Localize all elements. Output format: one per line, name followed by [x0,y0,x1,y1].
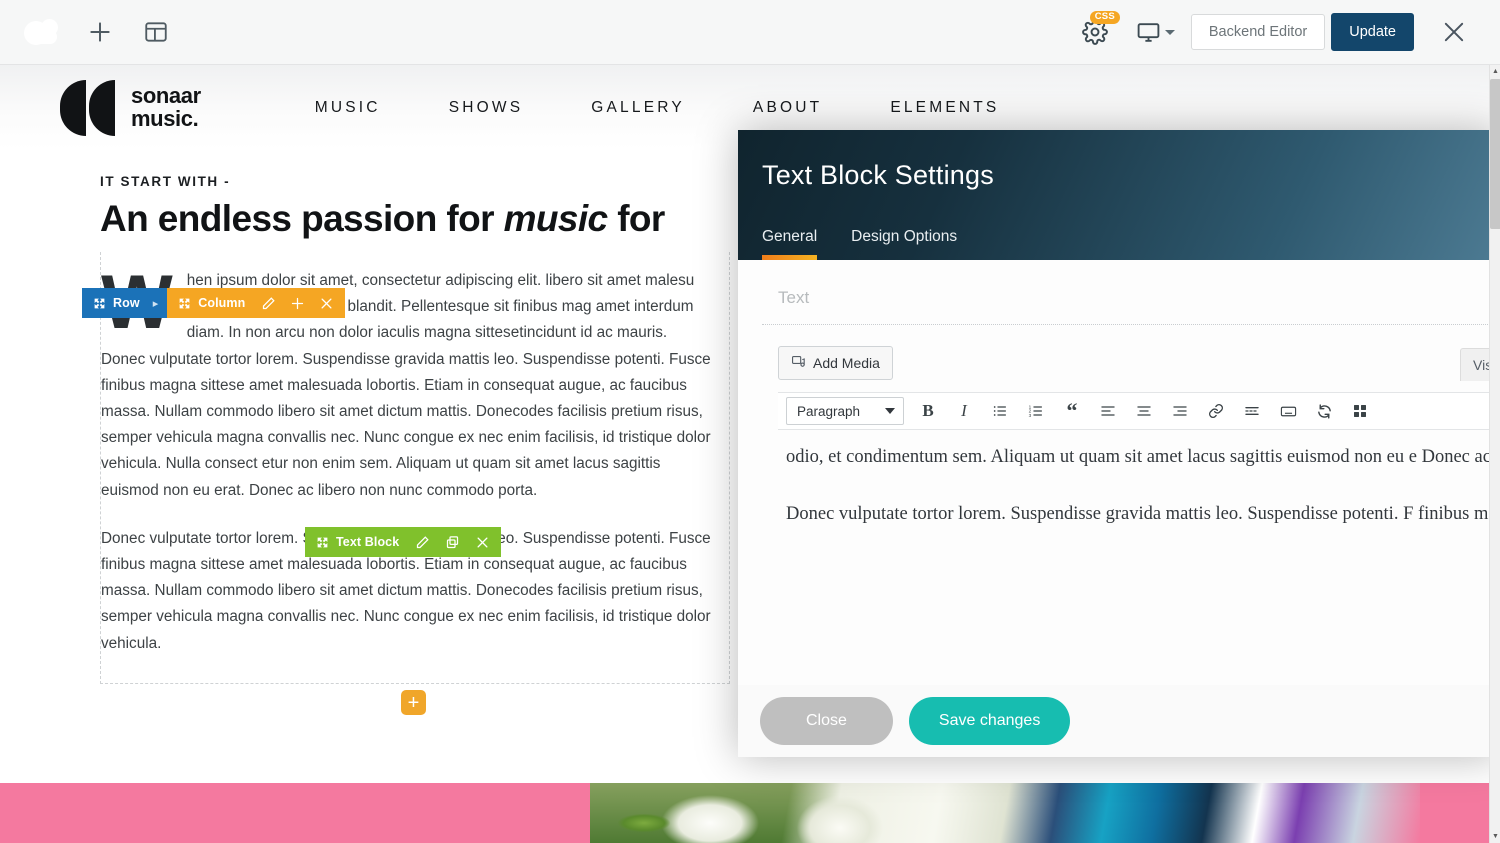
chevron-down-icon [1164,29,1175,35]
chevron-right-icon[interactable]: ▸ [150,288,168,318]
keyboard-toolbar-toggle-icon[interactable] [1270,394,1306,428]
text-field-label: Text [778,288,810,307]
row-column-control-bar: Row ▸ Column [82,288,346,318]
bold-icon[interactable]: B [910,394,946,428]
modal-body: Text Add Media Visu Paragraph B I 1 2 3 … [738,260,1500,685]
tab-design-options[interactable]: Design Options [833,228,973,260]
site-navigation: MUSIC SHOWS GALLERY ABOUT ELEMENTS [281,99,1034,117]
bulleted-list-icon[interactable] [982,394,1018,428]
move-arrows-icon[interactable] [316,536,329,549]
modal-title: Text Block Settings [762,160,994,190]
cloud-logo-shape [24,19,64,45]
save-changes-button[interactable]: Save changes [908,697,1071,745]
blockquote-icon[interactable]: “ [1054,394,1090,428]
read-more-icon[interactable] [1234,394,1270,428]
text-block-settings-modal: Text Block Settings General Design Optio… [738,130,1500,757]
scrollbar-thumb[interactable] [1490,79,1500,229]
layout-template-icon[interactable] [128,4,184,60]
plus-icon[interactable] [72,4,128,60]
brand-line-1: sonaar [131,83,201,109]
page-scrollbar[interactable]: ▲ ▼ [1489,65,1500,843]
admin-bar-right-group: CSS Backend Editor Update [1068,4,1500,60]
paragraph-format-select[interactable]: Paragraph [786,397,904,425]
chevron-up-icon[interactable]: ▲ [1490,65,1500,78]
nav-item-about[interactable]: ABOUT [719,99,856,117]
update-button[interactable]: Update [1331,13,1414,51]
chevron-down-icon[interactable]: ▼ [1490,830,1500,843]
move-arrows-icon[interactable] [178,297,191,310]
pencil-icon[interactable] [261,296,276,311]
column-label: Column [198,296,246,310]
brand-text: sonaar music. [131,83,201,131]
add-media-label: Add Media [813,355,880,371]
modal-header: Text Block Settings General Design Optio… [738,130,1500,260]
tab-general[interactable]: General [762,228,833,260]
italic-icon[interactable]: I [946,394,982,428]
editor-paragraph-1: odio, et condimentum sem. Aliquam ut qua… [786,447,1500,467]
row-label: Row [113,296,140,310]
nav-item-gallery[interactable]: GALLERY [557,99,719,117]
align-right-icon[interactable] [1162,394,1198,428]
nav-item-music[interactable]: MUSIC [281,99,415,117]
close-icon[interactable] [1426,4,1482,60]
modal-tabs: General Design Options [762,228,973,260]
align-left-icon[interactable] [1090,394,1126,428]
banner-photo [590,783,1420,843]
bottom-image-banner [0,783,1490,843]
close-icon[interactable] [319,296,334,311]
editor-toolbar: Paragraph B I 123 “ [778,392,1500,430]
add-media-button[interactable]: Add Media [778,346,893,380]
modal-footer: Close Save changes [738,685,1500,757]
copy-icon[interactable] [445,535,460,550]
undo-redo-icon[interactable] [1306,394,1342,428]
align-center-icon[interactable] [1126,394,1162,428]
row-control-segment[interactable]: Row [82,288,151,318]
plus-icon[interactable] [290,296,305,311]
numbered-list-icon[interactable]: 123 [1018,394,1054,428]
site-logo[interactable]: sonaar music. [60,79,201,136]
editor-paragraph-2: Donec vulputate tortor lorem. Suspendiss… [786,504,1500,524]
nav-item-shows[interactable]: SHOWS [415,99,558,117]
brand-line-2: music. [131,105,199,131]
link-icon[interactable] [1198,394,1234,428]
headline-part-1: An endless passion for [100,198,504,239]
banner-foliage [610,803,680,843]
move-arrows-icon[interactable] [93,297,106,310]
media-icon [791,354,806,372]
column-control-segment[interactable]: Column [167,288,346,318]
close-button[interactable]: Close [760,697,893,745]
grid-icon[interactable] [1342,394,1378,428]
nav-item-elements[interactable]: ELEMENTS [856,99,1033,117]
text-block-label: Text Block [336,535,400,549]
admin-bar-left-group [0,4,184,60]
svg-text:3: 3 [1029,413,1032,418]
top-admin-bar: CSS Backend Editor Update [0,0,1500,65]
pencil-icon[interactable] [415,535,430,550]
field-divider [762,324,1500,325]
editor-content-area[interactable]: odio, et condimentum sem. Aliquam ut qua… [778,432,1500,685]
add-element-button[interactable]: + [401,690,426,715]
text-block-control-bar: Text Block [305,527,502,557]
editor-screen: CSS Backend Editor Update sonaar music. [0,0,1500,843]
headline-part-2: for [607,198,665,239]
backend-editor-button[interactable]: Backend Editor [1190,14,1326,50]
text-block-control-segment[interactable]: Text Block [305,527,502,557]
cloud-icon[interactable] [16,4,72,60]
sonaar-logo-mark [60,79,116,136]
gear-icon[interactable]: CSS [1068,5,1122,59]
headline-italic: music [503,198,609,239]
css-badge: CSS [1089,11,1120,25]
close-icon[interactable] [475,535,490,550]
format-select-value: Paragraph [797,403,861,419]
chevron-down-icon [885,408,895,414]
responsive-preview-dropdown[interactable] [1122,20,1191,45]
